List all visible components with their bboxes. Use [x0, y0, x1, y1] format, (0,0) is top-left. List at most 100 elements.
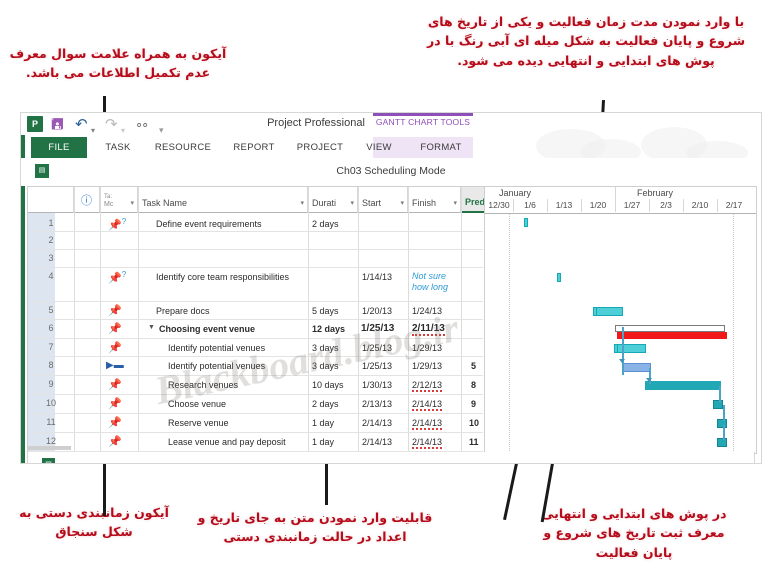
tab-view[interactable]: VIEW: [355, 137, 403, 158]
task-mode-manual-icon[interactable]: 📌: [108, 322, 122, 335]
chevron-down-icon-task-mode[interactable]: ▾: [130, 199, 134, 207]
start-cell[interactable]: 1/20/13: [362, 306, 392, 316]
finish-cell[interactable]: 2/14/13: [412, 399, 443, 411]
task-name-cell[interactable]: Research venues: [168, 380, 238, 390]
start-cell[interactable]: 1/14/13: [362, 272, 392, 282]
task-mode-manual-icon[interactable]: 📌: [108, 341, 122, 354]
bar-identify-potential-venues-manual[interactable]: [616, 344, 646, 353]
duration-cell[interactable]: 5 days: [312, 306, 339, 316]
task-name-cell[interactable]: Reserve venue: [168, 418, 229, 428]
gantt-month-label: January: [499, 188, 532, 198]
tab-format[interactable]: FORMAT: [407, 137, 475, 158]
task-name-cell[interactable]: Define event requirements: [156, 219, 262, 229]
finish-cell[interactable]: 1/29/13: [412, 343, 442, 353]
link-tasks-icon[interactable]: ∘∘: [135, 116, 149, 134]
column-header-start[interactable]: Start ▾: [358, 187, 408, 213]
task-mode-manual-icon[interactable]: 📌?: [108, 270, 126, 285]
predecessors-cell[interactable]: 8: [471, 380, 476, 390]
save-icon[interactable]: 🖪: [51, 116, 64, 134]
dependency-link-vertical: [719, 386, 721, 402]
start-cell[interactable]: 1/25/13: [361, 323, 394, 334]
task-name-cell[interactable]: Identify potential venues: [168, 343, 265, 353]
redo-icon[interactable]: ↷: [105, 116, 118, 134]
annotation-note-bottom-center: قابلیت وارد نمودن متن به جای تاریخ و اعد…: [197, 510, 433, 545]
task-mode-auto-icon[interactable]: ▶▬: [106, 360, 124, 371]
start-cell[interactable]: 1/25/13: [362, 361, 392, 371]
summary-expand-icon[interactable]: ▼: [148, 324, 155, 331]
task-name-cell[interactable]: Choosing event venue: [159, 324, 255, 334]
bar-reserve-venue[interactable]: [717, 419, 727, 428]
chevron-down-icon-task-name[interactable]: ▾: [300, 199, 304, 207]
predecessors-cell[interactable]: 11: [469, 437, 479, 447]
info-icon: ⓘ: [81, 195, 92, 207]
column-header-finish[interactable]: Finish ▾: [408, 187, 461, 213]
start-cell[interactable]: 2/14/13: [362, 418, 392, 428]
task-mode-manual-icon[interactable]: 📌: [108, 416, 122, 429]
task-mode-manual-icon[interactable]: 📌: [108, 397, 122, 410]
gantt-chart-pane[interactable]: January February 12/30 1/6 1/13 1/20 1/2…: [484, 187, 756, 453]
column-header-task-name[interactable]: Task Name ▾: [138, 187, 308, 213]
horizontal-scrollbar-thumb[interactable]: [27, 446, 71, 450]
column-header-task-mode[interactable]: Ta: Mc ▾: [100, 187, 138, 213]
start-cell[interactable]: 1/30/13: [362, 380, 392, 390]
start-cell[interactable]: 1/25/13: [362, 343, 392, 353]
finish-cell-text[interactable]: Not sure how long: [412, 271, 460, 294]
new-task-icon[interactable]: ▤: [42, 458, 55, 463]
duration-cell[interactable]: 1 day: [312, 418, 334, 428]
chevron-down-icon-finish[interactable]: ▾: [453, 199, 457, 207]
bar-identify-manual-left-cap: [614, 344, 618, 353]
annotation-note-top-right: با وارد نمودن مدت زمان فعالیت و یکی از ت…: [427, 14, 745, 68]
duration-cell[interactable]: 2 days: [312, 399, 339, 409]
column-header-indicators[interactable]: ⓘ: [74, 187, 100, 213]
placeholder-endcap-row1[interactable]: [524, 218, 528, 227]
duration-cell[interactable]: 1 day: [312, 437, 334, 447]
predecessors-cell[interactable]: 9: [471, 399, 476, 409]
quick-access-toolbar: P 🖪 ↶ ▾ ↷ ▾ ∘∘ ▾ Project Professional GA…: [21, 113, 761, 137]
row-number: 5: [48, 305, 54, 315]
start-cell[interactable]: 2/14/13: [362, 437, 392, 447]
finish-cell[interactable]: 2/14/13: [412, 418, 443, 430]
finish-cell[interactable]: 2/14/13: [412, 437, 443, 449]
bar-research-venues[interactable]: [645, 381, 721, 390]
task-name-cell[interactable]: Lease venue and pay deposit: [168, 437, 286, 447]
tab-resource[interactable]: RESOURCE: [145, 137, 221, 158]
bar-identify-potential-venues-auto[interactable]: [622, 363, 651, 372]
tab-report[interactable]: REPORT: [223, 137, 285, 158]
task-mode-manual-icon[interactable]: 📌?: [108, 217, 126, 232]
column-header-duration[interactable]: Durati ▾: [308, 187, 358, 213]
predecessors-cell[interactable]: 5: [471, 361, 476, 371]
task-name-cell[interactable]: Identify core team responsibilities: [156, 272, 289, 282]
dependency-link-vertical: [723, 425, 725, 440]
task-mode-manual-icon[interactable]: 📌: [108, 435, 122, 448]
task-mode-manual-icon[interactable]: 📌: [108, 378, 122, 391]
task-mode-manual-icon[interactable]: 📌: [108, 304, 122, 317]
column-header-start-label: Start: [362, 198, 382, 208]
undo-icon[interactable]: ↶: [75, 116, 88, 134]
finish-cell[interactable]: 2/12/13: [412, 380, 443, 392]
chevron-down-icon-duration[interactable]: ▾: [350, 199, 354, 207]
bar-prepare-docs[interactable]: [595, 307, 623, 316]
bar-lease-venue[interactable]: [717, 438, 727, 447]
row-divider: [28, 319, 483, 320]
duration-cell[interactable]: 12 days: [312, 324, 345, 334]
bar-choose-venue[interactable]: [713, 400, 723, 409]
start-endcap-row4[interactable]: [557, 273, 561, 282]
duration-cell[interactable]: 2 days: [312, 219, 339, 229]
critical-path-bar[interactable]: [617, 332, 727, 339]
bar-summary-choosing-event-venue[interactable]: [615, 325, 725, 332]
duration-cell[interactable]: 3 days: [312, 343, 339, 353]
tab-task[interactable]: TASK: [93, 137, 143, 158]
predecessors-cell[interactable]: 10: [469, 418, 479, 428]
start-cell[interactable]: 2/13/13: [362, 399, 392, 409]
task-name-cell[interactable]: Identify potential venues: [168, 361, 265, 371]
finish-cell[interactable]: 1/24/13: [412, 306, 442, 316]
finish-cell[interactable]: 1/29/13: [412, 361, 442, 371]
task-name-cell[interactable]: Prepare docs: [156, 306, 210, 316]
finish-cell[interactable]: 2/11/13: [412, 323, 445, 336]
chevron-down-icon-start[interactable]: ▾: [400, 199, 404, 207]
duration-cell[interactable]: 10 days: [312, 380, 344, 390]
duration-cell[interactable]: 3 days: [312, 361, 339, 371]
tab-project[interactable]: PROJECT: [287, 137, 353, 158]
task-name-cell[interactable]: Choose venue: [168, 399, 226, 409]
tab-file[interactable]: FILE: [31, 137, 87, 158]
